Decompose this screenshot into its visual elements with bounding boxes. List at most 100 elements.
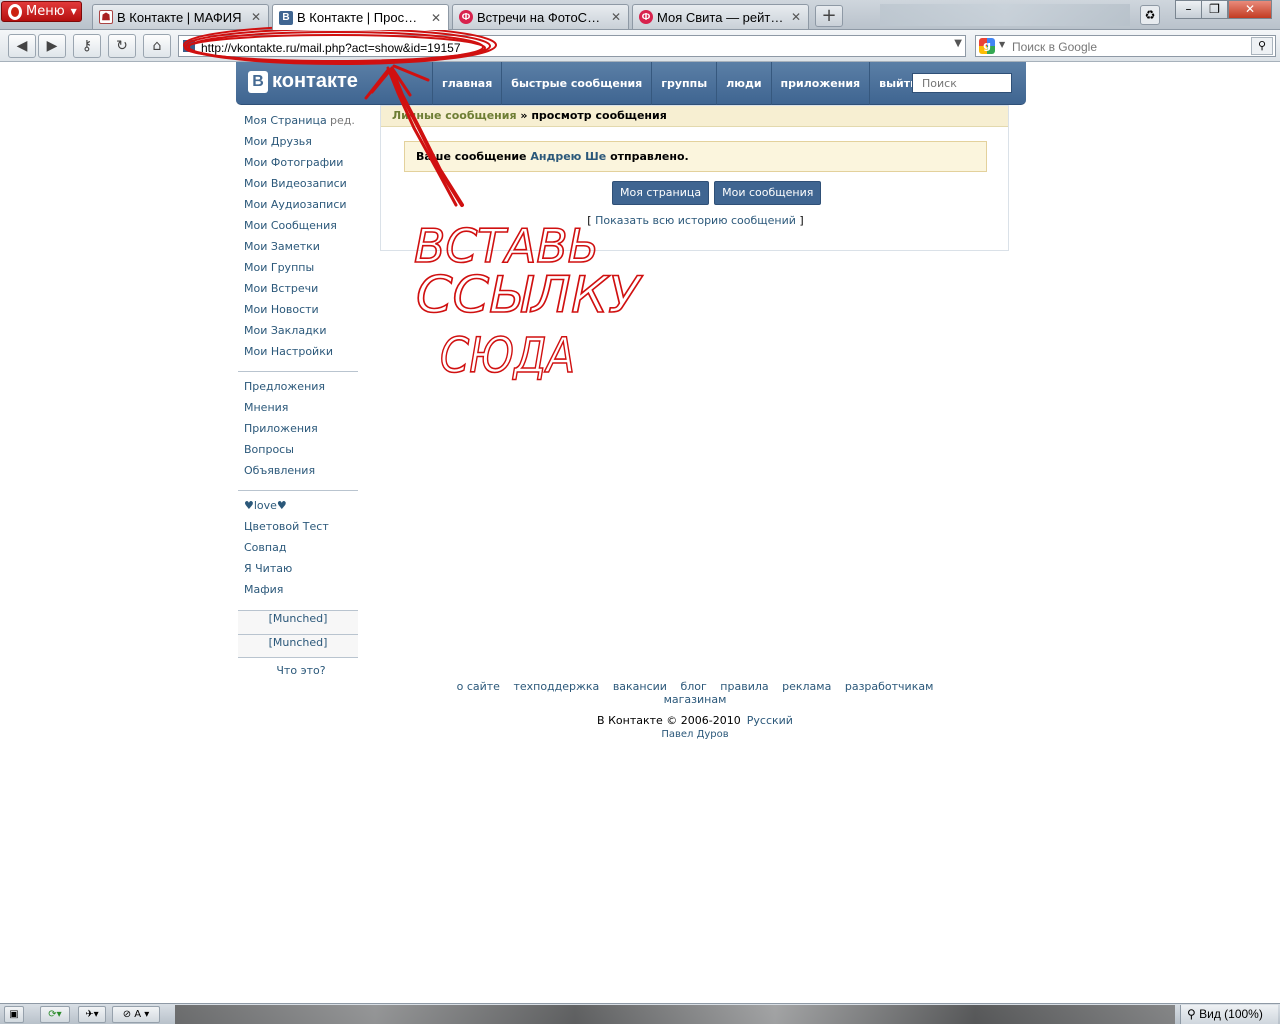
- what-is-it-link[interactable]: Что это?: [238, 662, 358, 683]
- opera-menu-button[interactable]: Меню ▼: [1, 1, 82, 22]
- footer-copyright-line: В Контакте © 2006-2010 Русский: [445, 714, 945, 727]
- munched-block[interactable]: [Munched]: [238, 610, 358, 634]
- google-search-box[interactable]: g ▼ ⚲: [975, 35, 1276, 57]
- window-close-button[interactable]: ✕: [1228, 0, 1272, 19]
- sidebar-item-settings[interactable]: Мои Настройки: [238, 343, 358, 364]
- block-content-icon[interactable]: ⊘ A ▾: [112, 1006, 160, 1023]
- tab-mafia[interactable]: ☗ В Контакте | МАФИЯ ✕: [92, 4, 269, 29]
- tab-fotostrana-meetings[interactable]: Ф Встречи на ФотоСтране ✕: [452, 4, 629, 29]
- footer-link-jobs[interactable]: вакансии: [613, 680, 667, 693]
- url-input[interactable]: [201, 36, 941, 56]
- sidebar-item-opinions[interactable]: Мнения: [238, 399, 358, 420]
- show-history-link[interactable]: Показать всю историю сообщений: [595, 214, 796, 227]
- home-icon[interactable]: ⌂: [143, 34, 171, 58]
- sidebar-item-photos[interactable]: Мои Фотографии: [238, 154, 358, 175]
- sidebar-item-news[interactable]: Мои Новости: [238, 301, 358, 322]
- sidebar-item-notes[interactable]: Мои Заметки: [238, 238, 358, 259]
- back-arrow-icon[interactable]: ◀: [8, 34, 36, 58]
- tab-message-view[interactable]: В В Контакте | Просмот... ✕: [272, 4, 449, 30]
- trash-icon[interactable]: ♻: [1140, 5, 1160, 25]
- footer-links: о сайте техподдержка вакансии блог прави…: [445, 680, 945, 706]
- minimize-button[interactable]: –: [1175, 0, 1202, 19]
- search-icon[interactable]: ⚲: [1251, 37, 1273, 55]
- my-page-button[interactable]: Моя страница: [612, 181, 710, 205]
- sidebar-divider: [238, 490, 358, 497]
- menu-label: Меню: [26, 4, 65, 19]
- sidebar-item-bookmarks[interactable]: Мои Закладки: [238, 322, 358, 343]
- vk-sidebar: Моя Страница ред. Мои Друзья Мои Фотогра…: [238, 112, 358, 683]
- sidebar-app-color-test[interactable]: Цветовой Тест: [238, 518, 358, 539]
- panel-toggle-icon[interactable]: ▣: [4, 1006, 24, 1023]
- tab-label: В Контакте | МАФИЯ: [117, 9, 242, 25]
- nav-apps[interactable]: приложения: [770, 62, 870, 105]
- browser-window: Меню ▼ ☗ В Контакте | МАФИЯ ✕ В В Контак…: [0, 0, 1280, 1024]
- copyright-text: В Контакте © 2006-2010: [597, 714, 741, 727]
- sidebar-item-groups[interactable]: Мои Группы: [238, 259, 358, 280]
- reload-icon[interactable]: ↻: [108, 34, 136, 58]
- breadcrumb-separator: »: [516, 109, 532, 122]
- tab-my-suite[interactable]: Ф Моя Свита — рейтинги ✕: [632, 4, 809, 29]
- footer-author-line: Павел Дуров: [445, 729, 945, 740]
- vk-logo[interactable]: В контакте: [248, 70, 358, 93]
- breadcrumb-messages-link[interactable]: Личные сообщения: [392, 109, 517, 122]
- close-icon[interactable]: ✕: [610, 10, 622, 24]
- maximize-button[interactable]: ❐: [1201, 0, 1228, 19]
- close-icon[interactable]: ✕: [790, 10, 802, 24]
- chevron-down-icon[interactable]: ▼: [999, 40, 1005, 49]
- nav-main[interactable]: главная: [432, 62, 501, 105]
- sidebar-item-events[interactable]: Мои Встречи: [238, 280, 358, 301]
- notice-suffix: отправлено.: [606, 150, 689, 163]
- annotation-line-3: СЮДА: [440, 328, 575, 384]
- sidebar-item-videos[interactable]: Мои Видеозаписи: [238, 175, 358, 196]
- fotostrana-favicon-icon: Ф: [639, 10, 653, 24]
- close-icon[interactable]: ✕: [430, 11, 442, 25]
- nav-people[interactable]: люди: [716, 62, 770, 105]
- footer-link-blog[interactable]: блог: [680, 680, 706, 693]
- sidebar-item-ads[interactable]: Объявления: [238, 462, 358, 483]
- notice-prefix: Ваше сообщение: [416, 150, 531, 163]
- sync-icon[interactable]: ⟳▾: [40, 1006, 70, 1023]
- new-tab-button[interactable]: +: [815, 5, 843, 27]
- chevron-down-icon[interactable]: ▼: [954, 38, 962, 49]
- my-messages-button[interactable]: Мои сообщения: [714, 181, 822, 205]
- bracket-open: [: [587, 214, 596, 227]
- sidebar-app-love[interactable]: ♥love♥: [238, 497, 358, 518]
- vk-search-input[interactable]: [912, 73, 1012, 93]
- sidebar-item-offers[interactable]: Предложения: [238, 378, 358, 399]
- author-link[interactable]: Павел Дуров: [661, 729, 728, 740]
- sidebar-item-applications[interactable]: Приложения: [238, 420, 358, 441]
- close-icon[interactable]: ✕: [250, 10, 262, 24]
- zoom-icon: ⚲: [1187, 1007, 1200, 1021]
- footer-link-support[interactable]: техподдержка: [513, 680, 599, 693]
- footer-link-ads[interactable]: реклама: [782, 680, 831, 693]
- blurred-background-window: [880, 4, 1130, 26]
- footer-link-rules[interactable]: правила: [720, 680, 768, 693]
- nav-groups[interactable]: группы: [651, 62, 716, 105]
- key-icon[interactable]: ⚷: [73, 34, 101, 58]
- recipient-link[interactable]: Андрею Ше: [530, 150, 606, 163]
- sidebar-app-reading[interactable]: Я Читаю: [238, 560, 358, 581]
- nav-quick-messages[interactable]: быстрые сообщения: [501, 62, 651, 105]
- google-icon[interactable]: g: [979, 38, 995, 54]
- address-bar[interactable]: ▼: [178, 35, 966, 57]
- sidebar-item-friends[interactable]: Мои Друзья: [238, 133, 358, 154]
- forward-arrow-icon[interactable]: ▶: [38, 34, 66, 58]
- zoom-control[interactable]: ⚲ Вид (100%): [1180, 1005, 1278, 1024]
- vk-footer: о сайте техподдержка вакансии блог прави…: [445, 680, 945, 740]
- sidebar-item-audio[interactable]: Мои Аудиозаписи: [238, 196, 358, 217]
- chevron-down-icon: ▼: [70, 7, 77, 16]
- turbo-icon[interactable]: ✈▾: [78, 1006, 106, 1023]
- edit-link[interactable]: ред.: [330, 112, 355, 130]
- language-link[interactable]: Русский: [747, 714, 793, 727]
- munched-block[interactable]: [Munched]: [238, 634, 358, 658]
- search-input[interactable]: [1012, 36, 1242, 56]
- action-buttons: Моя страница Мои сообщения: [612, 181, 822, 205]
- message-panel: Личные сообщения » просмотр сообщения Ва…: [380, 105, 1009, 251]
- footer-link-shops[interactable]: магазинам: [664, 693, 727, 706]
- footer-link-developers[interactable]: разработчикам: [845, 680, 934, 693]
- footer-link-about[interactable]: о сайте: [457, 680, 500, 693]
- sidebar-item-messages[interactable]: Мои Сообщения: [238, 217, 358, 238]
- sidebar-app-mafia[interactable]: Мафия: [238, 581, 358, 602]
- sidebar-item-questions[interactable]: Вопросы: [238, 441, 358, 462]
- sidebar-app-sovpad[interactable]: Совпад: [238, 539, 358, 560]
